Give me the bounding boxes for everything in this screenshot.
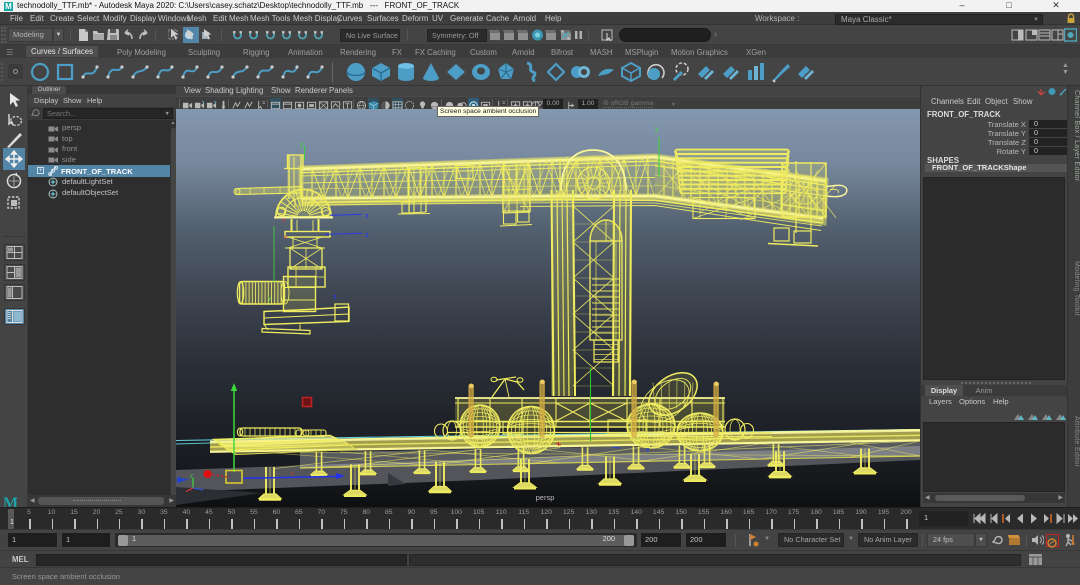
svg-text:y: y [655,126,659,133]
svg-text:persp: persp [536,493,555,502]
svg-text:z: z [365,232,369,239]
svg-text:z: z [365,213,369,220]
svg-text:z: z [646,447,650,454]
svg-text:y: y [300,141,304,148]
svg-text:z: z [333,294,337,301]
svg-text:x: x [291,471,294,477]
svg-text:y: y [190,473,193,479]
